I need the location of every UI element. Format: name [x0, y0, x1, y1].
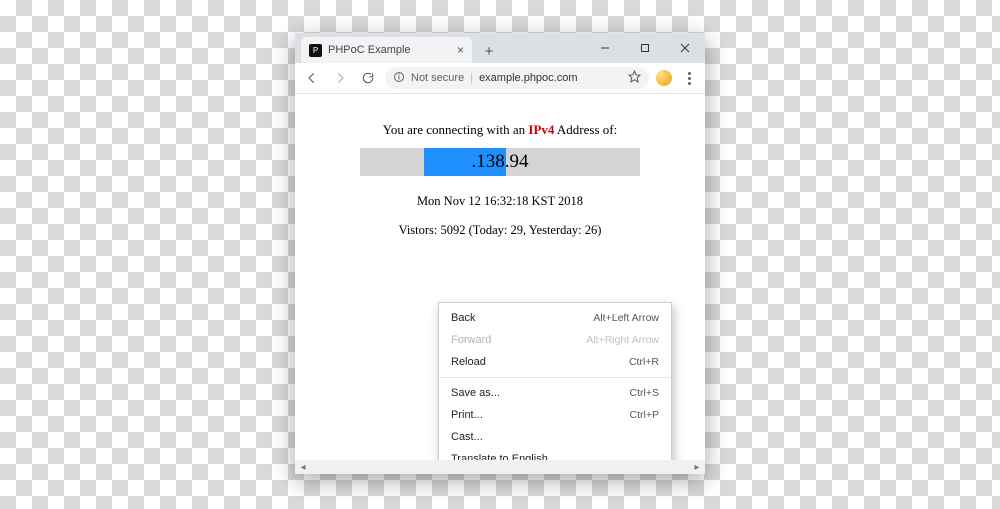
security-label: Not secure	[411, 72, 464, 84]
context-menu-item-label: Cast...	[451, 431, 659, 443]
context-menu-item[interactable]: Translate to English	[439, 448, 671, 460]
new-tab-button[interactable]: +	[476, 39, 502, 63]
ip-visible-text: .138.94	[472, 151, 529, 173]
context-menu-item-shortcut: Ctrl+R	[629, 356, 659, 368]
page-content[interactable]: You are connecting with an IPv4 Address …	[295, 94, 705, 460]
context-menu-item-shortcut: Alt+Right Arrow	[586, 334, 659, 346]
favicon-icon: P	[309, 44, 322, 57]
context-menu-item[interactable]: Cast...	[439, 426, 671, 448]
page-inner: You are connecting with an IPv4 Address …	[295, 94, 705, 238]
window-close-button[interactable]	[665, 33, 705, 63]
conn-prefix: You are connecting with an	[383, 122, 529, 137]
timestamp-line: Mon Nov 12 16:32:18 KST 2018	[295, 194, 705, 209]
window-controls	[585, 33, 705, 63]
context-menu-item-label: Save as...	[451, 387, 630, 399]
context-menu-separator	[439, 377, 671, 378]
tab-close-button[interactable]: ×	[457, 44, 464, 56]
conn-proto: IPv4	[528, 122, 554, 137]
nav-forward-button[interactable]	[327, 65, 353, 91]
context-menu-item[interactable]: ReloadCtrl+R	[439, 351, 671, 373]
scroll-right-icon[interactable]: ▸	[691, 462, 703, 473]
connection-line: You are connecting with an IPv4 Address …	[295, 122, 705, 138]
context-menu-item-label: Back	[451, 312, 593, 324]
browser-menu-button[interactable]	[677, 72, 701, 85]
address-bar-row: Not secure | example.phpoc.com	[295, 63, 705, 94]
tab-strip: P PHPoC Example × +	[295, 33, 705, 63]
tab-active[interactable]: P PHPoC Example ×	[301, 37, 472, 63]
context-menu-item-label: Forward	[451, 334, 586, 346]
extension-icon[interactable]	[653, 67, 675, 89]
conn-suffix: Address of:	[554, 122, 617, 137]
context-menu-item: ForwardAlt+Right Arrow	[439, 329, 671, 351]
nav-back-button[interactable]	[299, 65, 325, 91]
scroll-left-icon[interactable]: ◂	[297, 462, 309, 473]
context-menu-item[interactable]: BackAlt+Left Arrow	[439, 307, 671, 329]
url-text: example.phpoc.com	[479, 72, 577, 84]
context-menu-item-shortcut: Ctrl+S	[630, 387, 659, 399]
context-menu-item-label: Translate to English	[451, 453, 659, 460]
context-menu-item[interactable]: Save as...Ctrl+S	[439, 382, 671, 404]
context-menu: BackAlt+Left ArrowForwardAlt+Right Arrow…	[438, 302, 672, 460]
tab-title: PHPoC Example	[328, 44, 451, 56]
omnibox[interactable]: Not secure | example.phpoc.com	[385, 67, 649, 89]
context-menu-item-shortcut: Ctrl+P	[630, 409, 659, 421]
window-maximize-button[interactable]	[625, 33, 665, 63]
window-minimize-button[interactable]	[585, 33, 625, 63]
ip-bar: .138.94	[360, 148, 640, 176]
context-menu-item-label: Reload	[451, 356, 629, 368]
visitors-line: Vistors: 5092 (Today: 29, Yesterday: 26)	[295, 223, 705, 238]
nav-reload-button[interactable]	[355, 65, 381, 91]
context-menu-item-shortcut: Alt+Left Arrow	[593, 312, 659, 324]
info-icon	[393, 71, 405, 86]
context-menu-item-label: Print...	[451, 409, 630, 421]
browser-window: P PHPoC Example × +	[295, 33, 705, 474]
omnibox-divider: |	[470, 72, 473, 84]
bookmark-star-icon[interactable]	[628, 70, 641, 86]
horizontal-scrollbar[interactable]: ◂ ▸	[295, 460, 705, 474]
context-menu-item[interactable]: Print...Ctrl+P	[439, 404, 671, 426]
